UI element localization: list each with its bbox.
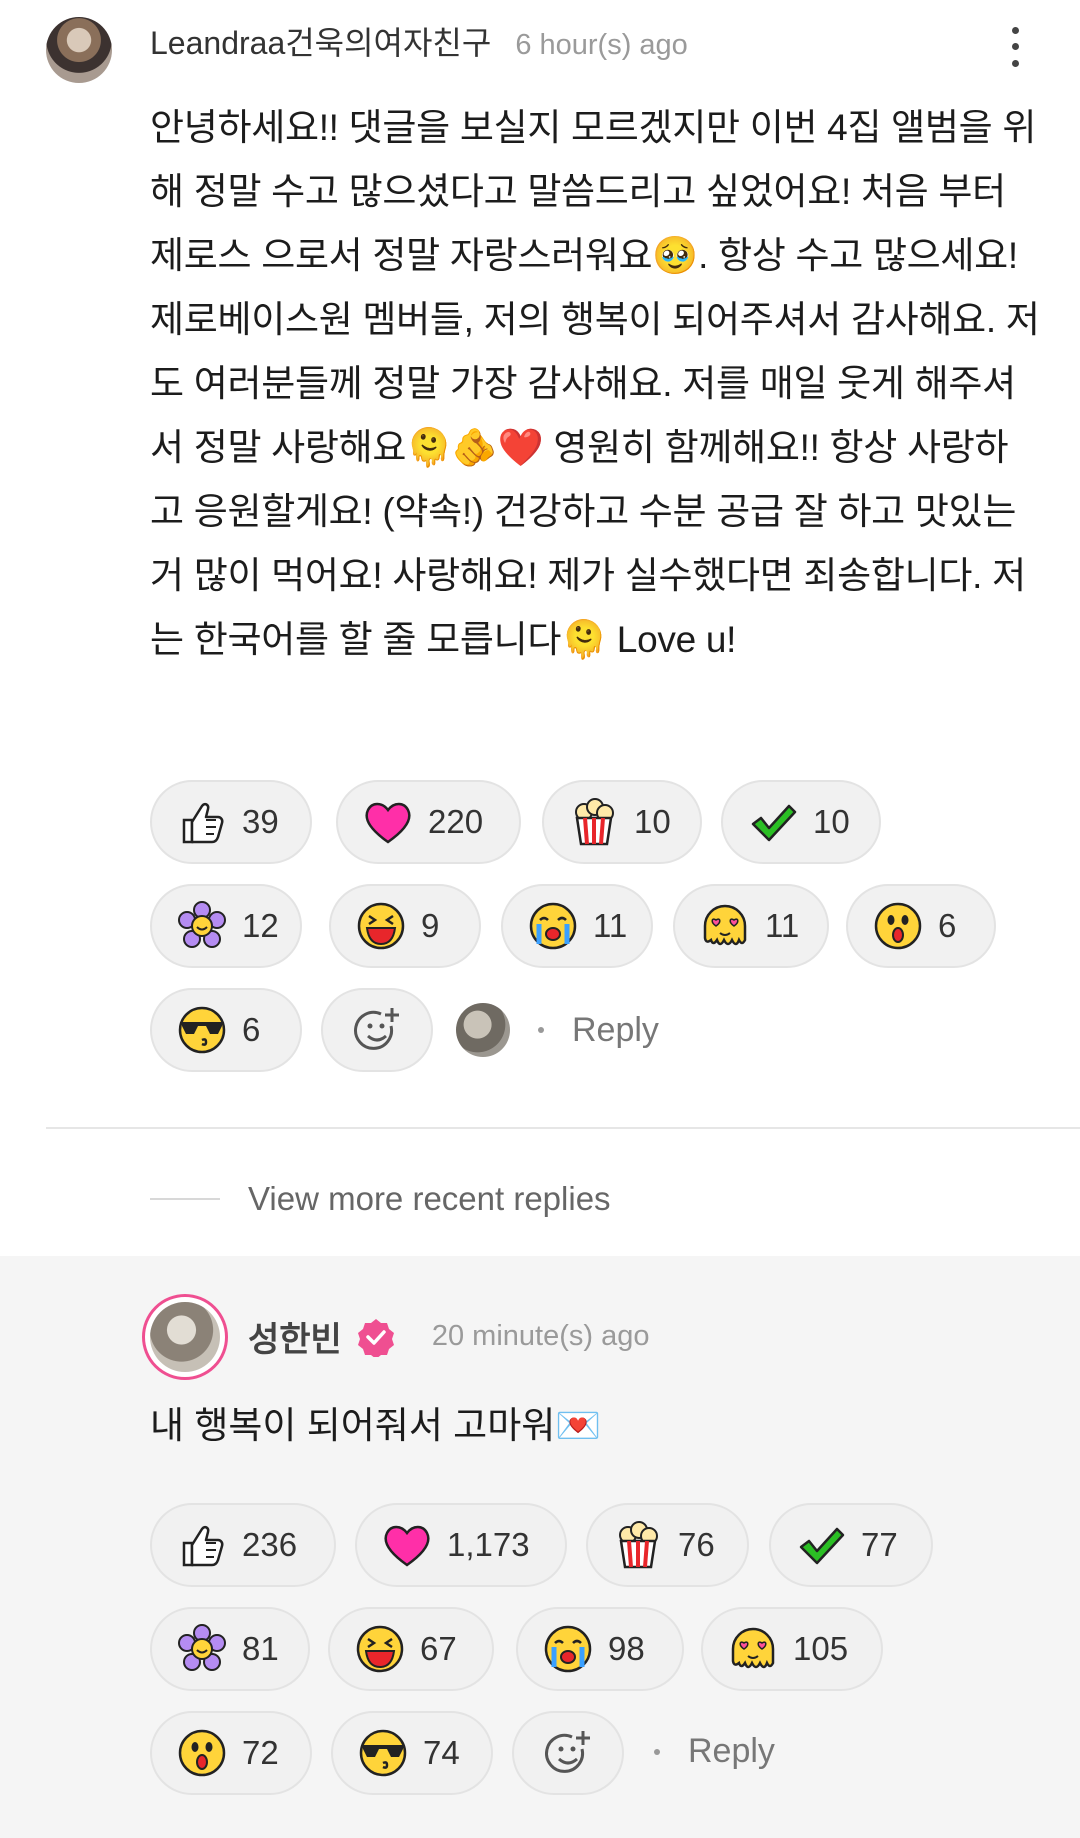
- surprised-face-icon: [874, 902, 922, 950]
- reaction-thumbs-up[interactable]: 236: [150, 1503, 336, 1587]
- reaction-count: 39: [242, 803, 279, 840]
- reaction-heart[interactable]: 220: [336, 780, 521, 864]
- check-icon: [751, 804, 797, 842]
- divider: [46, 1127, 1080, 1129]
- reaction-count: 10: [813, 803, 850, 840]
- sunglasses-kiss-icon: [359, 1729, 407, 1777]
- reaction-count: 10: [634, 803, 671, 840]
- reaction-crying[interactable]: 11: [501, 884, 653, 968]
- author-name[interactable]: 성한빈: [248, 1312, 342, 1361]
- reaction-sunglasses[interactable]: 74: [331, 1711, 493, 1795]
- reaction-sunglasses[interactable]: 6: [150, 988, 302, 1072]
- reaction-surprised[interactable]: 6: [846, 884, 996, 968]
- reaction-count: 74: [423, 1734, 460, 1771]
- reply-button[interactable]: Reply: [572, 1011, 659, 1050]
- reply-header: 성한빈 20 minute(s) ago: [248, 1312, 649, 1361]
- reaction-flower[interactable]: 81: [150, 1607, 310, 1691]
- reaction-count: 81: [242, 1630, 279, 1667]
- verified-badge-icon: [357, 1318, 394, 1357]
- reply-button[interactable]: Reply: [688, 1732, 775, 1771]
- popcorn-icon: [575, 798, 614, 846]
- flower-icon: [178, 1624, 226, 1671]
- reaction-count: 1,173: [447, 1526, 530, 1563]
- timestamp: 20 minute(s) ago: [431, 1320, 650, 1352]
- reaction-count: 220: [428, 803, 484, 840]
- add-reaction-button[interactable]: [512, 1711, 624, 1795]
- avatar[interactable]: [142, 1294, 228, 1380]
- more-options-icon[interactable]: [1000, 22, 1030, 72]
- heart-eyes-melting-icon: [731, 1627, 775, 1669]
- add-emoji-icon: [545, 1731, 590, 1773]
- reaction-count: 236: [242, 1526, 298, 1563]
- reaction-surprised[interactable]: 72: [150, 1711, 312, 1795]
- crying-face-icon: [544, 1625, 592, 1673]
- laughing-face-icon: [357, 902, 405, 950]
- check-icon: [799, 1527, 845, 1565]
- flower-icon: [178, 901, 226, 948]
- surprised-face-icon: [178, 1729, 226, 1777]
- reaction-popcorn[interactable]: 10: [542, 780, 702, 864]
- reaction-laughing[interactable]: 9: [329, 884, 481, 968]
- reply-actions: Reply: [626, 1732, 775, 1771]
- reaction-count: 98: [608, 1630, 645, 1667]
- reaction-count: 12: [242, 907, 279, 944]
- timestamp: 6 hour(s) ago: [515, 29, 688, 61]
- reaction-count: 11: [593, 907, 628, 944]
- reaction-count: 105: [793, 1630, 849, 1667]
- reaction-thumbs-up[interactable]: 39: [150, 780, 312, 864]
- reply: 성한빈 20 minute(s) ago 내 행복이 되어줘서 고마워💌 236…: [0, 1256, 1080, 1838]
- separator-dot: [538, 1027, 544, 1033]
- reaction-count: 9: [421, 907, 440, 944]
- reaction-count: 67: [420, 1630, 457, 1667]
- thumbs-up-icon: [182, 802, 224, 844]
- comment-thread: Leandraa건욱의여자친구 6 hour(s) ago 안녕하세요!! 댓글…: [0, 0, 1080, 1838]
- heart-icon: [384, 1525, 430, 1567]
- reaction-count: 6: [938, 907, 957, 944]
- sunglasses-kiss-icon: [178, 1006, 226, 1054]
- add-reaction-button[interactable]: [321, 988, 433, 1072]
- popcorn-icon: [619, 1521, 658, 1569]
- heart-icon: [365, 802, 411, 844]
- separator-dot: [654, 1748, 660, 1755]
- reply-body: 내 행복이 되어줘서 고마워💌: [150, 1405, 602, 1446]
- reaction-heart-eyes[interactable]: 105: [701, 1607, 883, 1691]
- heart-eyes-melting-icon: [703, 904, 747, 946]
- reaction-heart[interactable]: 1,173: [355, 1503, 567, 1587]
- comment-body: 안녕하세요!! 댓글을 보실지 모르겠지만 이번 4집 앨범을 위해 정말 수고…: [150, 107, 1040, 660]
- reaction-crying[interactable]: 98: [516, 1607, 684, 1691]
- reaction-heart-eyes[interactable]: 11: [673, 884, 829, 968]
- reaction-count: 6: [242, 1011, 261, 1048]
- view-more-replies[interactable]: View more recent replies: [150, 1180, 611, 1218]
- replier-avatar[interactable]: [456, 1003, 510, 1057]
- reaction-count: 72: [242, 1734, 279, 1771]
- avatar[interactable]: [46, 17, 112, 83]
- add-emoji-icon: [354, 1008, 399, 1050]
- laughing-face-icon: [356, 1625, 404, 1673]
- reaction-popcorn[interactable]: 76: [586, 1503, 749, 1587]
- comment: Leandraa건욱의여자친구 6 hour(s) ago 안녕하세요!! 댓글…: [0, 0, 1080, 1128]
- view-more-replies-label: View more recent replies: [248, 1180, 611, 1217]
- comment-header: Leandraa건욱의여자친구 6 hour(s) ago: [150, 18, 688, 64]
- crying-face-icon: [529, 902, 577, 950]
- reaction-laughing[interactable]: 67: [328, 1607, 494, 1691]
- author-name[interactable]: Leandraa건욱의여자친구: [150, 18, 491, 64]
- reaction-flower[interactable]: 12: [150, 884, 302, 968]
- thumbs-up-icon: [182, 1525, 224, 1567]
- divider: [150, 1198, 220, 1200]
- reaction-count: 76: [678, 1526, 715, 1563]
- reaction-count: 11: [765, 907, 800, 944]
- reply-actions: Reply: [456, 1003, 659, 1057]
- reaction-check[interactable]: 77: [769, 1503, 933, 1587]
- reaction-count: 77: [861, 1526, 898, 1563]
- reaction-check[interactable]: 10: [721, 780, 881, 864]
